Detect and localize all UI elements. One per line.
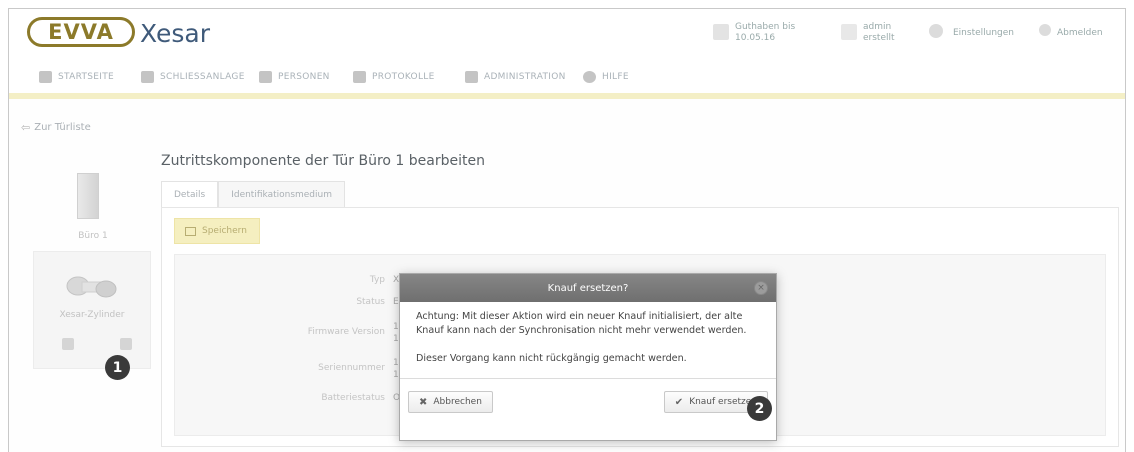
door-label: Büro 1: [78, 231, 108, 241]
door-card[interactable]: Büro 1: [39, 151, 147, 243]
nav-item-help[interactable]: Hilfe: [583, 71, 629, 83]
dialog-body: Achtung: Mit dieser Aktion wird ein neue…: [416, 310, 766, 380]
checkmark-icon: ✔: [674, 396, 684, 408]
logout-icon: [1039, 24, 1051, 36]
evva-logo[interactable]: EVVA: [27, 17, 135, 47]
dialog-title-text: Knauf ersetzen?: [547, 282, 629, 294]
document-icon: [353, 71, 366, 83]
close-x-icon: ✖: [419, 396, 428, 408]
component-card[interactable]: Xesar-Zylinder: [33, 251, 151, 369]
logout-link[interactable]: Abmelden: [1057, 28, 1103, 38]
credit-status: Guthaben bis 10.05.16: [735, 22, 795, 44]
dialog-footer: ✖ Abbrechen ✔ Knauf ersetzen: [400, 378, 776, 438]
back-to-door-list-link[interactable]: ⇦ Zur Türliste: [21, 121, 91, 134]
help-icon: [583, 71, 596, 83]
main-nav: Startseite Schließanlage Personen Protok…: [9, 65, 1125, 93]
page-title: Zutrittskomponente der Tür Büro 1 bearbe…: [161, 153, 485, 169]
nav-label: Startseite: [58, 72, 115, 82]
detail-label: Typ: [369, 275, 385, 285]
back-link-label: Zur Türliste: [34, 122, 91, 133]
step-marker-1: 1: [105, 355, 130, 380]
credit-status-label: Guthaben bis: [735, 22, 796, 32]
nav-label: Protokolle: [372, 72, 435, 82]
component-label: Xesar-Zylinder: [59, 310, 125, 320]
dialog-warning-text: Achtung: Mit dieser Aktion wird ein neue…: [416, 311, 747, 336]
key-icon[interactable]: [62, 338, 74, 350]
credit-icon: [713, 24, 729, 40]
close-icon[interactable]: ×: [754, 281, 768, 295]
save-button[interactable]: Speichern: [174, 218, 260, 244]
save-label: Speichern: [202, 226, 247, 236]
people-icon: [259, 71, 272, 83]
back-arrow-icon: ⇦: [21, 121, 31, 134]
detail-label: Seriennummer: [318, 363, 385, 373]
nav-label: Personen: [278, 72, 330, 82]
nav-label: Hilfe: [602, 72, 629, 82]
header: EVVA Xesar Guthaben bis 10.05.16 admin e…: [9, 9, 1125, 65]
door-icon: [77, 173, 99, 219]
detail-label: Batteriestatus: [321, 393, 385, 403]
replace-knob-dialog: Knauf ersetzen? × Achtung: Mit dieser Ak…: [399, 273, 777, 441]
nav-item-lock-system[interactable]: Schließanlage: [141, 71, 245, 83]
cylinder-icon: [66, 276, 117, 298]
nav-item-home[interactable]: Startseite: [39, 71, 114, 83]
app-name: Xesar: [140, 19, 211, 48]
gear-icon: [929, 24, 943, 38]
dialog-irreversible-text: Dieser Vorgang kann nicht rückgängig gem…: [416, 353, 687, 364]
nav-item-persons[interactable]: Personen: [259, 71, 330, 83]
tab-details[interactable]: Details: [161, 181, 219, 207]
cancel-button[interactable]: ✖ Abbrechen: [408, 391, 493, 413]
step-marker-2: 2: [747, 396, 772, 421]
cancel-label: Abbrechen: [433, 397, 482, 407]
replace-knob-icon[interactable]: [120, 338, 132, 350]
credit-status-date: 10.05.16: [735, 33, 776, 43]
detail-label: Firmware Version: [307, 327, 385, 337]
nav-label: Administration: [484, 72, 566, 82]
settings-link[interactable]: Einstellungen: [953, 28, 1014, 38]
logo-text: EVVA: [48, 20, 114, 44]
user-name: admin: [863, 22, 892, 32]
nav-item-protocols[interactable]: Protokolle: [353, 71, 435, 83]
lock-icon: [141, 71, 154, 83]
home-icon: [39, 71, 52, 83]
detail-label: Status: [356, 297, 385, 307]
dialog-title: Knauf ersetzen? ×: [400, 274, 776, 302]
user-role: erstellt: [863, 33, 895, 43]
tab-identification-medium[interactable]: Identifikationsmedium: [218, 181, 345, 207]
save-icon: [185, 226, 196, 236]
app-window: EVVA Xesar Guthaben bis 10.05.16 admin e…: [8, 8, 1126, 452]
tab-bar: Details Identifikationsmedium: [161, 181, 345, 207]
admin-icon: [465, 71, 478, 83]
user-info[interactable]: admin erstellt: [863, 22, 895, 44]
nav-item-administration[interactable]: Administration: [465, 71, 566, 83]
user-icon: [841, 24, 857, 40]
nav-label: Schließanlage: [160, 72, 245, 82]
